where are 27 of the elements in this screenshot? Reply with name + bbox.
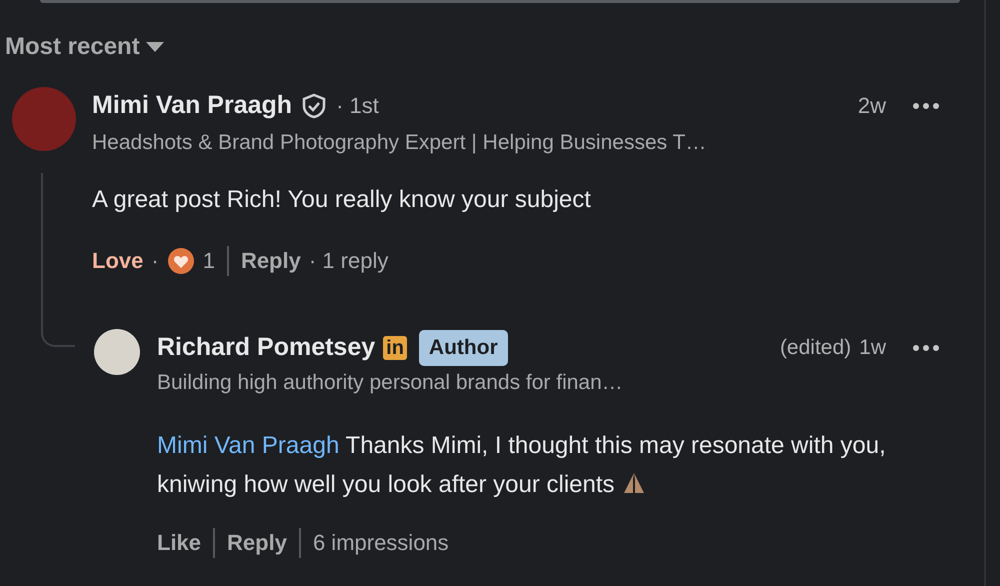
author-headline: Headshots & Brand Photography Expert | Helping Businesses T… [92, 130, 708, 156]
reply-button[interactable]: Reply [227, 526, 287, 559]
more-options-icon[interactable] [912, 102, 940, 110]
reply-button[interactable]: Reply [240, 244, 301, 277]
connection-degree: · 1st [336, 92, 379, 120]
sort-dropdown[interactable]: Most recent [5, 29, 164, 65]
avatar[interactable] [94, 329, 140, 375]
reply-text: Mimi Van Praagh Thanks Mimi, I thought this may resonate with you, kniwing how well you look after your clients [157, 431, 887, 500]
love-reaction-button[interactable]: Love [92, 244, 144, 277]
comment-time: 1w [859, 335, 886, 361]
like-button[interactable]: Like [157, 526, 202, 559]
author-name[interactable]: Mimi Van Praagh [92, 87, 292, 124]
impressions-count: 6 impressions [312, 529, 449, 557]
comment-time: 2w [858, 92, 886, 120]
edited-label: (edited) [780, 335, 852, 361]
mention-link[interactable]: Mimi Van Praagh [157, 432, 340, 459]
author-headline: Building high authority personal brands for finan… [157, 370, 624, 396]
heart-reaction-icon [166, 246, 195, 274]
caret-icon [146, 42, 164, 52]
comment-text: A great post Rich! You really know your subject [92, 185, 592, 215]
separator-dot: · [151, 247, 159, 275]
more-options-icon[interactable] [912, 344, 940, 352]
reaction-count: 1 [202, 247, 215, 275]
reply-count[interactable]: · 1 reply [308, 244, 388, 277]
author-badge: Author [418, 330, 508, 366]
author-name[interactable]: Richard Pometsey [157, 329, 376, 366]
premium-badge: in [383, 336, 407, 360]
